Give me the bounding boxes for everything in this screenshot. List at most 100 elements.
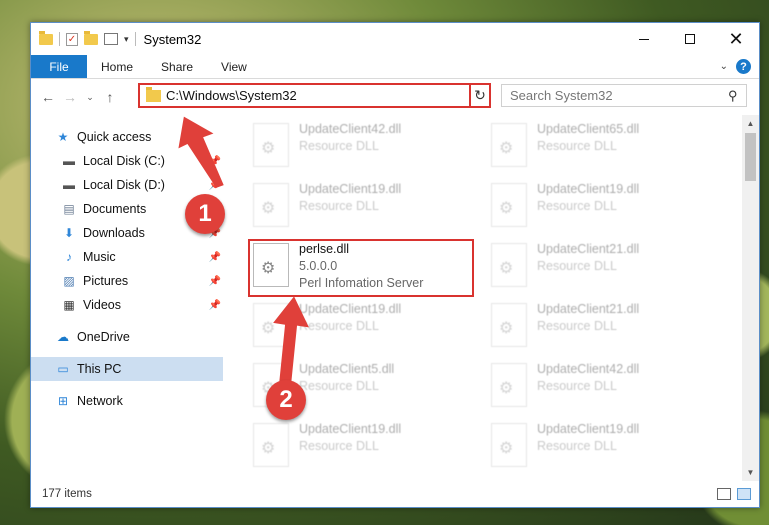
status-bar: 177 items xyxy=(31,481,759,507)
pictures-icon: ▨ xyxy=(63,274,75,288)
sidebar-item-label: OneDrive xyxy=(77,330,130,344)
vertical-scrollbar[interactable]: ▲ ▼ xyxy=(742,115,759,481)
list-item[interactable]: UpdateClient21.dll Resource DLL xyxy=(491,301,721,359)
list-item[interactable]: UpdateClient42.dll Resource DLL xyxy=(491,361,721,419)
sidebar-item-this-pc[interactable]: ▭ This PC xyxy=(31,357,223,381)
file-description: Resource DLL xyxy=(537,439,617,453)
dll-file-icon xyxy=(491,123,527,167)
dll-file-icon xyxy=(491,243,527,287)
properties-check-icon[interactable]: ✓ xyxy=(66,32,78,46)
forward-arrow-icon[interactable]: → xyxy=(59,89,81,105)
pin-icon[interactable]: 📌 xyxy=(209,276,221,287)
file-name: UpdateClient65.dll xyxy=(537,122,640,136)
pin-icon[interactable]: 📌 xyxy=(209,180,221,191)
file-description: Resource DLL xyxy=(537,259,617,273)
sidebar-item-onedrive[interactable]: ☁ OneDrive xyxy=(31,325,223,349)
sidebar-item-label: Music xyxy=(83,250,116,264)
dll-file-icon xyxy=(253,123,289,167)
sidebar-item-videos[interactable]: ▦ Videos 📌 xyxy=(31,293,223,317)
details-view-icon[interactable] xyxy=(717,488,731,500)
file-description: Resource DLL xyxy=(537,139,617,153)
refresh-button[interactable]: ↻ xyxy=(469,83,491,108)
file-name: UpdateClient19.dll xyxy=(299,422,402,436)
file-name: UpdateClient19.dll xyxy=(537,182,640,196)
list-item[interactable]: UpdateClient19.dll Resource DLL xyxy=(491,421,721,479)
list-item[interactable]: UpdateClient19.dll Resource DLL xyxy=(253,181,483,239)
list-item[interactable]: UpdateClient19.dll Resource DLL xyxy=(253,301,483,359)
expand-ribbon-icon[interactable]: ⌄ xyxy=(720,61,728,72)
search-icon: ⚲ xyxy=(728,87,738,103)
file-name: UpdateClient42.dll xyxy=(537,362,640,376)
sidebar-item-local-disk-d[interactable]: ▬ Local Disk (D:) 📌 xyxy=(31,173,223,197)
address-bar[interactable]: C:\Windows\System32 ⌄ xyxy=(138,83,488,108)
file-description: Resource DLL xyxy=(537,379,617,393)
customize-toolbar-icon[interactable]: ▾ xyxy=(124,34,129,45)
search-placeholder: Search System32 xyxy=(510,88,613,103)
file-name: UpdateClient21.dll xyxy=(537,242,640,256)
list-item[interactable]: UpdateClient19.dll Resource DLL xyxy=(491,181,721,239)
pin-icon[interactable]: 📌 xyxy=(209,300,221,311)
scroll-up-icon[interactable]: ▲ xyxy=(742,115,759,132)
star-icon: ★ xyxy=(57,130,69,144)
minimize-button[interactable] xyxy=(621,23,667,55)
pin-icon[interactable]: 📌 xyxy=(209,252,221,263)
list-item[interactable]: UpdateClient42.dll Resource DLL xyxy=(253,121,483,179)
sidebar-item-network[interactable]: ⊞ Network xyxy=(31,389,223,413)
music-icon: ♪ xyxy=(66,250,72,264)
item-count: 177 items xyxy=(42,488,92,500)
network-icon: ⊞ xyxy=(57,394,69,408)
new-folder-icon[interactable] xyxy=(84,30,98,45)
videos-icon: ▦ xyxy=(63,298,75,312)
downloads-icon: ⬇ xyxy=(63,226,75,240)
file-list: UpdateClient42.dll Resource DLL UpdateCli… xyxy=(223,115,759,481)
list-item[interactable]: UpdateClient21.dll Resource DLL xyxy=(491,241,721,299)
close-icon: ✕ xyxy=(728,28,744,50)
sidebar-item-music[interactable]: ♪ Music 📌 xyxy=(31,245,223,269)
file-explorer-window: ✓ ▾ System32 ✕ File Home Share View ⌄ ? … xyxy=(30,22,760,508)
tab-view[interactable]: View xyxy=(207,55,261,78)
address-path[interactable]: C:\Windows\System32 xyxy=(166,88,470,103)
dll-file-icon xyxy=(491,423,527,467)
list-item[interactable]: UpdateClient65.dll Resource DLL xyxy=(491,121,721,179)
folder-icon xyxy=(39,30,53,45)
file-name: UpdateClient19.dll xyxy=(299,302,402,316)
folder-icon xyxy=(146,86,161,102)
scrollbar-thumb[interactable] xyxy=(745,133,756,181)
minimize-icon xyxy=(639,38,649,40)
quick-access-toolbar: ✓ ▾ xyxy=(31,30,136,46)
pin-icon[interactable]: 📌 xyxy=(209,156,221,167)
drive-icon: ▬ xyxy=(63,154,75,168)
close-button[interactable]: ✕ xyxy=(713,23,759,55)
tab-home[interactable]: Home xyxy=(87,55,147,78)
maximize-icon xyxy=(685,34,695,44)
list-item[interactable]: UpdateClient19.dll Resource DLL xyxy=(253,421,483,479)
sidebar-item-pictures[interactable]: ▨ Pictures 📌 xyxy=(31,269,223,293)
back-arrow-icon[interactable]: ← xyxy=(37,89,59,105)
scroll-down-icon[interactable]: ▼ xyxy=(742,464,759,481)
sidebar-item-label: Videos xyxy=(83,298,121,312)
maximize-button[interactable] xyxy=(667,23,713,55)
up-arrow-icon[interactable]: ↑ xyxy=(99,89,121,105)
sidebar-item-quick-access[interactable]: ★ Quick access xyxy=(31,125,223,149)
sidebar-item-label: Local Disk (D:) xyxy=(83,178,165,192)
search-input[interactable]: Search System32 ⚲ xyxy=(501,84,747,107)
sidebar-item-local-disk-c[interactable]: ▬ Local Disk (C:) 📌 xyxy=(31,149,223,173)
help-icon[interactable]: ? xyxy=(736,59,751,74)
recent-locations-icon[interactable]: ⌄ xyxy=(81,92,99,103)
properties-icon[interactable] xyxy=(104,33,118,45)
file-name: UpdateClient19.dll xyxy=(299,182,402,196)
file-name: UpdateClient42.dll xyxy=(299,122,402,136)
ribbon-tabs: File Home Share View ⌄ ? xyxy=(31,55,759,79)
dll-file-icon xyxy=(253,303,289,347)
documents-icon: ▤ xyxy=(63,202,75,216)
step-badge-2: 2 xyxy=(266,380,306,420)
navigation-bar: ← → ⌄ ↑ C:\Windows\System32 ⌄ ↻ Search S… xyxy=(31,79,759,115)
sidebar-item-label: Quick access xyxy=(77,130,152,144)
file-description: Resource DLL xyxy=(299,199,379,213)
tiles-view-icon[interactable] xyxy=(737,488,751,500)
tab-file[interactable]: File xyxy=(31,55,87,78)
tab-share[interactable]: Share xyxy=(147,55,207,78)
file-description: Resource DLL xyxy=(299,439,379,453)
step-badge-1: 1 xyxy=(185,194,225,234)
window-title: System32 xyxy=(143,31,202,47)
